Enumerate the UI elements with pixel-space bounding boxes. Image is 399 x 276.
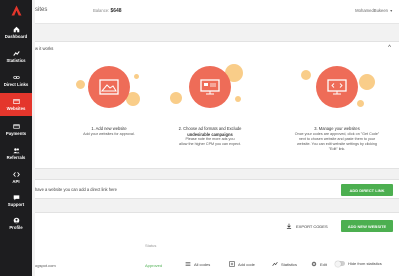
statistics-icon [272,261,278,267]
table-row: ogspot.com Approved All codes Add code S… [35,259,399,271]
sidebar-item-label: Dashboard [4,33,28,39]
step-2-illustration [165,64,255,126]
balance-label: Balance: [93,8,110,13]
status-badge: Approved [145,263,163,268]
export-codes-button[interactable]: EXPORT CODES [286,223,328,229]
sidebar-item-label: Profile [9,224,23,230]
download-icon [286,223,292,229]
step-2-desc: allow the higher CPM you can expect. [179,142,241,147]
monitor-icon [200,79,220,95]
api-icon [12,171,20,177]
home-icon [13,26,19,33]
all-codes-button[interactable]: All codes [185,261,210,267]
logo-icon [11,5,21,15]
add-code-button[interactable]: Add code [229,261,255,267]
sidebar-item-label: Support [7,201,25,207]
step-1: 1. Add new website Add your websites for… [64,64,154,137]
gear-icon [311,261,317,267]
image-window-icon [99,79,119,95]
step-3-illustration [287,64,387,126]
sidebar-item-api[interactable]: API [0,166,32,189]
direct-link-bar: have a website you can add a direct link… [35,179,399,199]
referrals-icon [12,148,20,154]
header: sites Balance: $648 MohamedBukeen ▼ [35,0,399,24]
balance-value: $648 [110,8,122,14]
hide-from-statistics-toggle[interactable]: Hide from statistics [335,260,382,267]
step-1-illustration [64,64,154,126]
sidebar-item-payments[interactable]: Payments [0,118,32,141]
page-title: sites [35,7,48,13]
add-code-label: Add code [238,261,255,267]
sidebar-item-direct-links[interactable]: Direct Links [0,69,32,92]
sidebar-item-profile[interactable]: Profile [0,212,32,235]
support-icon [13,195,19,201]
step-3: 3. Manage your websites Once your codes … [287,64,387,153]
add-direct-link-button[interactable]: ADD DIRECT LINK [341,184,393,196]
user-menu[interactable]: MohamedBukeen [355,8,388,13]
sidebar-item-referrals[interactable]: Referrals [0,142,32,165]
balance: Balance: $648 [93,8,122,14]
step-2: 2. Choose ad formats and Exclude undesir… [165,64,255,148]
how-it-works-title: w it works [35,46,54,51]
all-codes-label: All codes [194,261,211,267]
list-icon [185,262,191,266]
sidebar-item-label: API [12,178,20,184]
edit-button[interactable]: Edit [311,261,327,267]
collapse-chevron-icon[interactable]: ^ [388,45,391,51]
code-window-icon [327,79,347,95]
export-codes-label: EXPORT CODES [296,223,328,229]
chevron-down-icon[interactable]: ▼ [390,9,393,13]
profile-icon [13,217,19,224]
statistics-icon [12,50,20,56]
step-1-desc: Add your websites for approval. [83,131,135,136]
add-new-website-button[interactable]: ADD NEW WEBSITE [341,220,393,232]
toggle-switch[interactable] [335,260,345,267]
sidebar-item-label: Payments [5,130,27,136]
statistics-label: Statistics [281,261,298,267]
status-column-header: Status [145,243,157,248]
sidebar-item-label: Referrals [6,154,26,160]
sidebar-item-label: Statistics [6,57,26,63]
payments-icon [12,124,20,129]
link-icon [12,75,20,79]
website-domain: ogspot.com [35,263,56,268]
direct-link-text: have a website you can add a direct link… [35,187,117,192]
sidebar-item-label: Websites [6,105,26,111]
sidebar: Dashboard Statistics Direct Links Websit… [0,0,32,276]
how-it-works-card: w it works ^ 1. Add new website Add your… [35,41,399,169]
hide-from-statistics-label: Hide from statistics [348,261,382,266]
edit-label: Edit [320,261,327,267]
sidebar-item-statistics[interactable]: Statistics [0,45,32,68]
sidebar-item-support[interactable]: Support [0,189,32,212]
sidebar-item-dashboard[interactable]: Dashboard [0,21,32,44]
websites-card: EXPORT CODES ADD NEW WEBSITE Status ogsp… [35,212,399,276]
logo[interactable] [0,0,32,20]
websites-icon [12,98,20,104]
step-3-desc: "Edit" link. [328,147,346,152]
sidebar-item-websites[interactable]: Websites [0,93,32,116]
add-code-icon [229,261,235,267]
statistics-link[interactable]: Statistics [272,261,297,267]
sidebar-item-label: Direct Links [3,81,29,87]
